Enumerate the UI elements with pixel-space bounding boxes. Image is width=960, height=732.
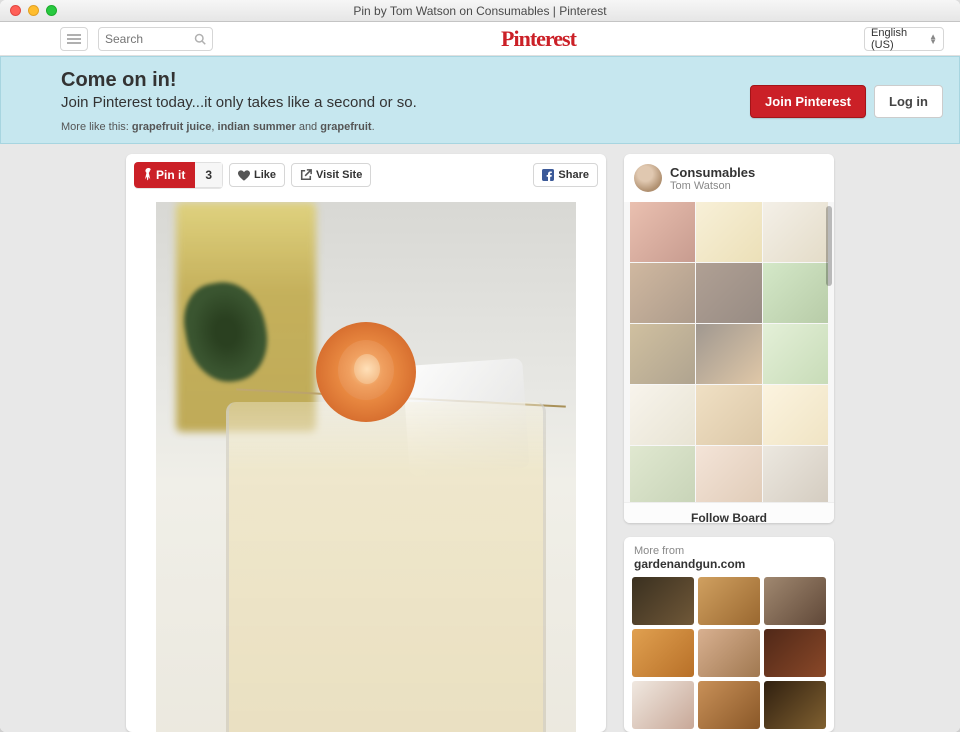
visit-site-button[interactable]: Visit Site	[291, 163, 371, 187]
board-thumb[interactable]	[696, 385, 761, 445]
board-name: Consumables	[670, 165, 755, 180]
pin-image[interactable]	[156, 202, 576, 732]
search-input[interactable]	[105, 32, 194, 46]
pin-icon	[144, 168, 153, 182]
more-thumb[interactable]	[698, 577, 760, 625]
hamburger-icon	[67, 38, 81, 40]
more-thumb[interactable]	[764, 577, 826, 625]
banner-subtitle: Join Pinterest today...it only takes lik…	[61, 94, 750, 111]
like-button[interactable]: Like	[229, 163, 285, 187]
more-thumb[interactable]	[632, 577, 694, 625]
language-label: English (US)	[871, 27, 929, 51]
search-box[interactable]	[98, 27, 213, 51]
heart-icon	[238, 170, 250, 181]
board-thumb[interactable]	[763, 324, 828, 384]
external-link-icon	[300, 169, 312, 181]
board-header[interactable]: Consumables Tom Watson	[624, 154, 834, 202]
banner-title: Come on in!	[61, 69, 750, 92]
more-thumb[interactable]	[764, 629, 826, 677]
join-banner: Come on in! Join Pinterest today...it on…	[0, 56, 960, 144]
board-thumb[interactable]	[763, 446, 828, 502]
minimize-window-button[interactable]	[28, 5, 39, 16]
more-thumb[interactable]	[764, 681, 826, 729]
login-button[interactable]: Log in	[874, 85, 943, 118]
language-select[interactable]: English (US) ▲▼	[864, 27, 944, 51]
related-link[interactable]: grapefruit	[320, 121, 371, 133]
updown-icon: ▲▼	[929, 34, 937, 44]
more-from-source[interactable]: gardenandgun.com	[634, 557, 824, 571]
board-thumb[interactable]	[696, 263, 761, 323]
search-icon	[194, 33, 206, 45]
more-thumb[interactable]	[698, 681, 760, 729]
more-thumb[interactable]	[632, 629, 694, 677]
board-thumb[interactable]	[630, 263, 695, 323]
board-author: Tom Watson	[670, 180, 755, 192]
board-thumb[interactable]	[630, 385, 695, 445]
top-nav-bar: Pinterest English (US) ▲▼	[0, 22, 960, 56]
board-thumb[interactable]	[696, 446, 761, 502]
board-grid[interactable]	[624, 202, 834, 502]
zoom-window-button[interactable]	[46, 5, 57, 16]
board-panel: Consumables Tom Watson Follow Board	[624, 154, 834, 523]
related-link[interactable]: indian summer	[218, 121, 296, 133]
menu-button[interactable]	[60, 27, 88, 51]
pinit-button[interactable]: Pin it 3	[134, 162, 223, 188]
banner-related-links: More like this: grapefruit juice, indian…	[61, 121, 750, 133]
board-thumb[interactable]	[763, 385, 828, 445]
window-titlebar: Pin by Tom Watson on Consumables | Pinte…	[0, 0, 960, 22]
facebook-icon	[542, 169, 554, 181]
more-from-label: More from	[634, 545, 824, 557]
board-thumb[interactable]	[696, 202, 761, 262]
board-thumb[interactable]	[630, 446, 695, 502]
board-thumb[interactable]	[763, 202, 828, 262]
window-title: Pin by Tom Watson on Consumables | Pinte…	[0, 4, 960, 18]
more-from-panel: More from gardenandgun.com	[624, 537, 834, 732]
pin-card: Pin it 3 Like Visit Site Share	[126, 154, 606, 732]
more-grid	[624, 577, 834, 732]
board-thumb[interactable]	[763, 263, 828, 323]
board-thumb[interactable]	[630, 202, 695, 262]
follow-board-button[interactable]: Follow Board	[624, 502, 834, 523]
pin-action-bar: Pin it 3 Like Visit Site Share	[126, 154, 606, 196]
share-button[interactable]: Share	[533, 163, 598, 187]
board-thumb[interactable]	[630, 324, 695, 384]
more-thumb[interactable]	[632, 681, 694, 729]
board-thumb[interactable]	[696, 324, 761, 384]
scrollbar[interactable]	[826, 206, 832, 286]
pinterest-logo[interactable]: Pinterest	[223, 26, 854, 52]
more-thumb[interactable]	[698, 629, 760, 677]
avatar[interactable]	[634, 164, 662, 192]
content-area: Pin it 3 Like Visit Site Share	[0, 144, 960, 732]
close-window-button[interactable]	[10, 5, 21, 16]
join-pinterest-button[interactable]: Join Pinterest	[750, 85, 866, 118]
related-link[interactable]: grapefruit juice	[132, 121, 211, 133]
pin-count: 3	[195, 162, 223, 188]
